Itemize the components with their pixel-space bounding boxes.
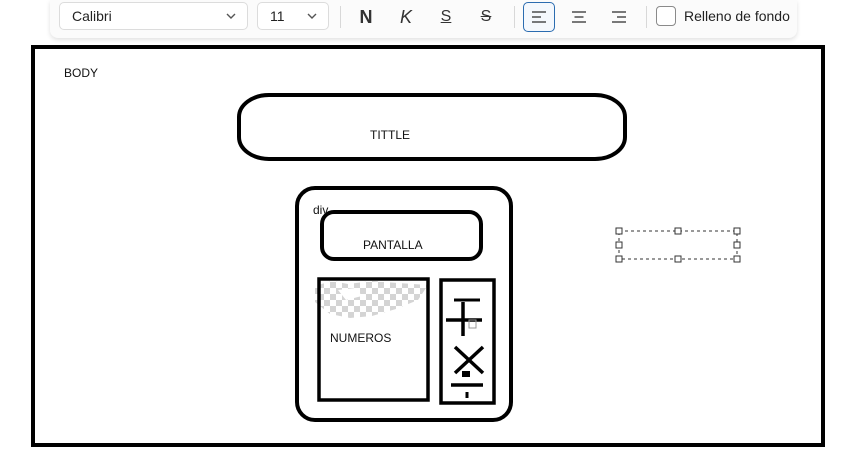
resize-handle[interactable] — [733, 255, 741, 263]
resize-handle[interactable] — [615, 241, 623, 249]
transparent-erased-area — [315, 281, 428, 318]
selected-text-box[interactable] — [615, 227, 741, 263]
divide-operator-icon — [451, 383, 483, 398]
resize-handle[interactable] — [674, 227, 682, 235]
body-label: BODY — [64, 66, 99, 80]
drawing-canvas[interactable] — [0, 0, 843, 469]
resize-handle[interactable] — [615, 227, 623, 235]
multiply-operator-icon — [453, 345, 485, 377]
resize-handle[interactable] — [674, 255, 682, 263]
title-label: TITTLE — [370, 128, 411, 142]
div-label: div — [313, 203, 329, 217]
resize-handle[interactable] — [733, 241, 741, 249]
plus-operator-icon — [446, 298, 482, 336]
numbers-label: NUMEROS — [330, 331, 392, 345]
resize-handle[interactable] — [615, 255, 623, 263]
screen-label: PANTALLA — [363, 238, 423, 252]
title-shape[interactable] — [237, 93, 627, 161]
resize-handle[interactable] — [733, 227, 741, 235]
